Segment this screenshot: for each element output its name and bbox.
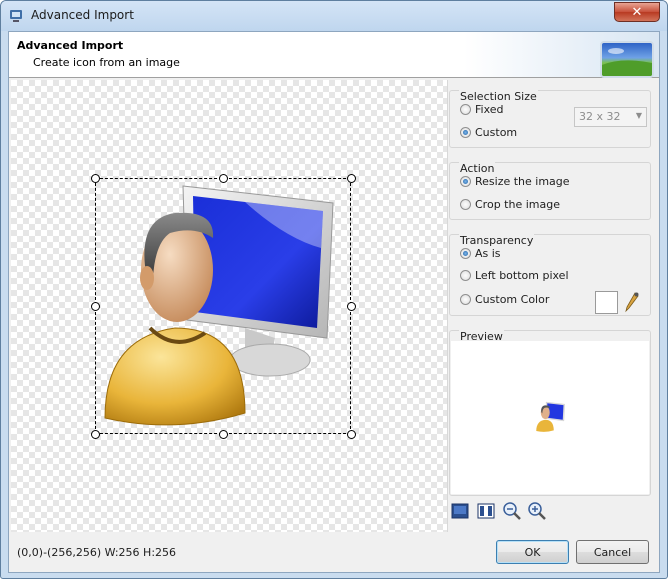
preview-thumbnail: [536, 401, 565, 432]
custom-color-swatch[interactable]: [595, 291, 618, 314]
header-landscape-icon: [600, 41, 654, 78]
left-bottom-pixel-radio-label: Left bottom pixel: [475, 269, 569, 282]
selection-handle-top-right[interactable]: [347, 174, 356, 183]
resize-radio-button[interactable]: [460, 176, 471, 187]
header-title: Advanced Import: [17, 39, 124, 52]
cancel-button[interactable]: Cancel: [576, 540, 649, 564]
dialog-body: Advanced Import Create icon from an imag…: [8, 31, 660, 573]
selection-handle-bottom[interactable]: [219, 430, 228, 439]
ok-button[interactable]: OK: [496, 540, 569, 564]
custom-color-radio-button[interactable]: [460, 294, 471, 305]
selection-status: (0,0)-(256,256) W:256 H:256: [17, 546, 177, 559]
selection-handle-right[interactable]: [347, 302, 356, 311]
size-dropdown-value: 32 x 32: [579, 110, 621, 123]
zoom-out-icon[interactable]: [502, 501, 522, 521]
action-label: Action: [459, 162, 496, 175]
custom-color-radio-label: Custom Color: [475, 293, 550, 306]
as-is-radio-label: As is: [475, 247, 501, 260]
preview-area: [451, 341, 649, 494]
fixed-radio[interactable]: Fixed: [460, 103, 504, 116]
preview-group: Preview: [449, 330, 651, 496]
crop-radio[interactable]: Crop the image: [460, 198, 560, 211]
zoom-in-icon[interactable]: [527, 501, 547, 521]
action-group: Action Resize the image Crop the image: [449, 162, 651, 220]
actual-size-icon[interactable]: [476, 501, 496, 521]
custom-radio-label: Custom: [475, 126, 518, 139]
transparency-label: Transparency: [459, 234, 535, 247]
fixed-radio-button[interactable]: [460, 104, 471, 115]
left-bottom-pixel-radio[interactable]: Left bottom pixel: [460, 269, 569, 282]
custom-color-radio[interactable]: Custom Color: [460, 293, 549, 306]
transparency-group: Transparency As is Left bottom pixel Cus…: [449, 234, 651, 316]
app-icon: [10, 10, 22, 22]
resize-radio[interactable]: Resize the image: [460, 175, 570, 188]
selection-size-label: Selection Size: [459, 90, 538, 103]
resize-radio-label: Resize the image: [475, 175, 570, 188]
title-bar[interactable]: Advanced Import ✕: [1, 1, 667, 31]
selection-size-group: Selection Size Fixed Custom 32 x 32 ▼: [449, 90, 651, 148]
dialog-header: Advanced Import Create icon from an imag…: [9, 32, 659, 78]
as-is-radio[interactable]: As is: [460, 247, 501, 260]
fit-icon[interactable]: [450, 501, 470, 521]
eyedropper-icon[interactable]: [624, 291, 640, 313]
selection-handle-top-left[interactable]: [91, 174, 100, 183]
advanced-import-window: Advanced Import ✕ Advanced Import Create…: [0, 0, 668, 579]
custom-radio-button[interactable]: [460, 127, 471, 138]
as-is-radio-button[interactable]: [460, 248, 471, 259]
crop-radio-button[interactable]: [460, 199, 471, 210]
custom-radio[interactable]: Custom: [460, 126, 517, 139]
close-button[interactable]: ✕: [614, 2, 660, 22]
window-title: Advanced Import: [31, 8, 134, 22]
selection-handle-bottom-left[interactable]: [91, 430, 100, 439]
chevron-down-icon: ▼: [635, 111, 642, 120]
fixed-radio-label: Fixed: [475, 103, 504, 116]
selection-handle-bottom-right[interactable]: [347, 430, 356, 439]
selection-handle-left[interactable]: [91, 302, 100, 311]
left-bottom-pixel-radio-button[interactable]: [460, 270, 471, 281]
crop-radio-label: Crop the image: [475, 198, 560, 211]
selection-rectangle[interactable]: [95, 178, 351, 434]
size-dropdown[interactable]: 32 x 32 ▼: [574, 107, 647, 127]
selection-handle-top[interactable]: [219, 174, 228, 183]
image-canvas[interactable]: [11, 80, 448, 532]
header-subtitle: Create icon from an image: [33, 56, 180, 69]
